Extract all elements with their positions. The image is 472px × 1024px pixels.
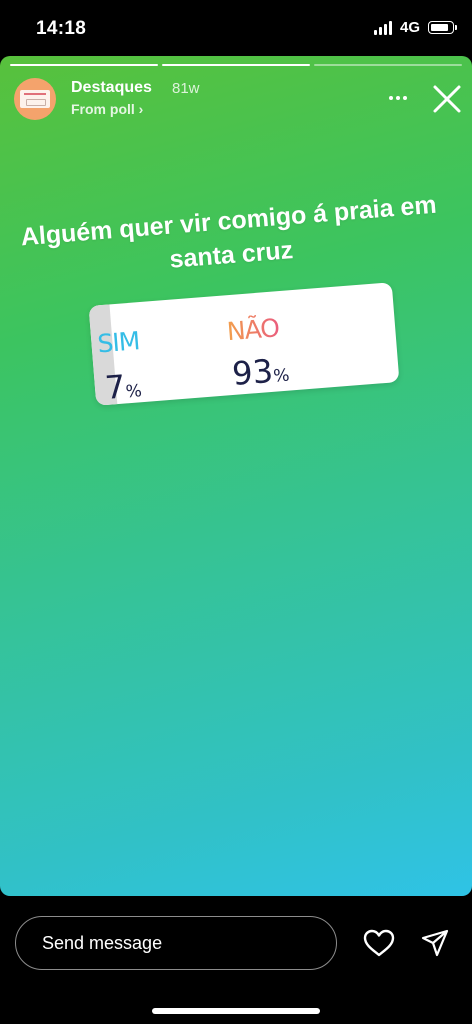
story-age: 81w: [172, 80, 200, 97]
story-progress-segment: [314, 64, 462, 66]
battery-icon: [428, 21, 457, 34]
poll-question: Alguém quer vir comigo á praia em santa …: [19, 190, 438, 274]
send-icon[interactable]: [420, 928, 450, 958]
more-icon[interactable]: [384, 86, 412, 110]
send-message-input[interactable]: [15, 916, 337, 970]
story-progress-segment: [10, 64, 158, 66]
poll-yes-percent: 7%: [103, 367, 143, 406]
story-view[interactable]: Destaques 81w From poll › Alguém quer vi…: [0, 56, 472, 896]
status-time: 14:18: [36, 18, 87, 39]
home-indicator[interactable]: [152, 1008, 320, 1014]
status-bar: 14:18 4G: [0, 0, 472, 56]
network-label: 4G: [399, 19, 420, 36]
poll-yes-label: SIM: [96, 326, 141, 359]
avatar[interactable]: [14, 78, 56, 120]
heart-icon[interactable]: [362, 928, 396, 958]
poll-no-label: NÃO: [225, 313, 281, 347]
story-username[interactable]: Destaques: [71, 79, 152, 97]
from-poll-link[interactable]: From poll ›: [71, 101, 143, 117]
poll-no-percent: 93%: [230, 351, 291, 393]
story-progress: [10, 64, 462, 66]
signal-icon: [373, 20, 392, 35]
story-progress-segment: [162, 64, 310, 66]
poll-card: SIM 7% NÃO 93%: [88, 282, 400, 406]
close-icon[interactable]: [430, 82, 464, 116]
status-indicators: 4G: [373, 19, 457, 36]
